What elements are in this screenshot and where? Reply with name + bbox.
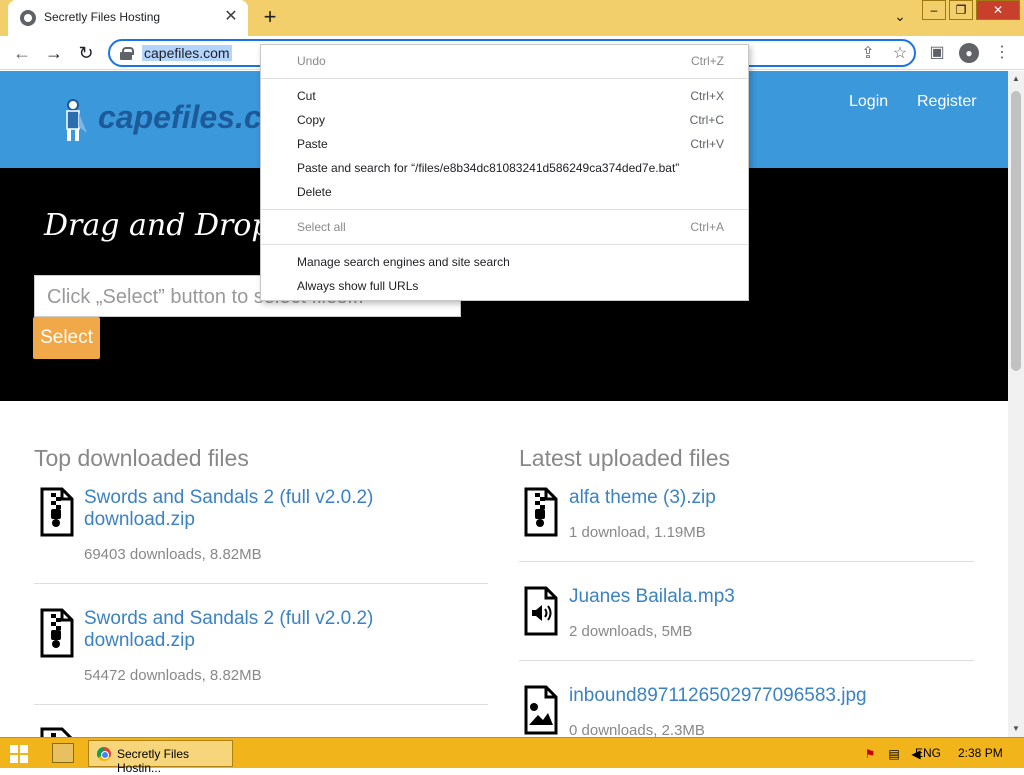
list-item: alfa theme (3).zip 1 download, 1.19MB: [524, 487, 974, 547]
scroll-thumb[interactable]: [1011, 91, 1021, 371]
close-window-button[interactable]: ✕: [976, 0, 1020, 20]
hero-title: Drag and Drop f: [44, 208, 292, 243]
divider: [34, 704, 488, 705]
network-icon[interactable]: ▤: [886, 746, 902, 762]
divider: [34, 583, 488, 584]
new-tab-button[interactable]: +: [258, 6, 282, 30]
scroll-up-arrow-icon[interactable]: ▲: [1008, 71, 1024, 87]
taskbar-chrome-label: Secretly Files Hostin...: [117, 747, 190, 775]
windows-start-icon[interactable]: [10, 745, 28, 763]
list-item: Swords and Sandals 2 (full v2.0.2) downlo…: [34, 487, 488, 567]
menu-kebab-icon[interactable]: ⋮: [992, 43, 1012, 63]
language-indicator[interactable]: ENG: [915, 746, 941, 760]
side-panel-icon[interactable]: ▣: [927, 43, 947, 63]
site-logo[interactable]: capefiles.c: [98, 99, 262, 136]
select-button[interactable]: Select: [33, 317, 100, 359]
divider: [519, 561, 974, 562]
taskbar-chrome-button[interactable]: Secretly Files Hostin...: [88, 740, 233, 775]
back-arrow-icon[interactable]: ←: [11, 42, 33, 64]
menu-item-undo[interactable]: Undo Ctrl+Z: [261, 49, 748, 73]
latest-uploaded-title: Latest uploaded files: [519, 445, 730, 471]
file-meta: 1 download, 1.19MB: [569, 524, 706, 541]
file-explorer-icon[interactable]: [52, 743, 74, 763]
address-url[interactable]: capefiles.com: [142, 45, 232, 61]
globe-icon: [20, 10, 36, 26]
menu-item-copy[interactable]: Copy Ctrl+C: [261, 108, 748, 132]
menu-item-paste-and-search[interactable]: Paste and search for “/files/e8b34dc8108…: [261, 156, 748, 180]
menu-item-paste[interactable]: Paste Ctrl+V: [261, 132, 748, 156]
file-link[interactable]: Swords and Sandals 2 (full v2.0.2) downlo…: [84, 487, 373, 531]
windows-taskbar: Secretly Files Hostin... ⚑ ▤ ◀ ENG 2:38 …: [0, 737, 1024, 775]
forward-arrow-icon[interactable]: →: [43, 42, 65, 64]
lock-icon[interactable]: [120, 47, 134, 60]
audio-file-icon: [524, 586, 558, 636]
file-link[interactable]: Swords and Sandals 2 (full v2.0.2) downlo…: [84, 608, 373, 652]
file-link[interactable]: alfa theme (3).zip: [569, 487, 716, 509]
scroll-down-arrow-icon[interactable]: ▼: [1008, 721, 1024, 737]
menu-item-manage-search-engines[interactable]: Manage search engines and site search: [261, 250, 748, 274]
list-item: Swords and Sandals 2 (full v2.0.2) downlo…: [34, 608, 488, 688]
file-meta: 2 downloads, 5MB: [569, 623, 693, 640]
zip-file-icon: [40, 727, 73, 737]
divider: [519, 660, 974, 661]
list-item: Juanes Bailala.mp3 2 downloads, 5MB: [524, 586, 974, 646]
zip-file-icon: [40, 608, 74, 658]
register-link[interactable]: Register: [917, 93, 977, 111]
menu-item-always-show-full-urls[interactable]: Always show full URLs: [261, 274, 748, 298]
login-link[interactable]: Login: [849, 93, 888, 111]
file-meta: 69403 downloads, 8.82MB: [84, 546, 262, 563]
profile-avatar-icon[interactable]: ●: [959, 43, 979, 63]
list-item: inbound8971126502977096583.jpg 0 downloa…: [524, 685, 974, 737]
tab-title: Secretly Files Hosting: [44, 10, 161, 24]
close-tab-icon[interactable]: ✕: [222, 8, 240, 26]
reload-icon[interactable]: ↻: [75, 42, 97, 64]
list-item-partial: [34, 727, 488, 737]
image-file-icon: [524, 685, 558, 735]
tab-search-chevron-icon[interactable]: ⌄: [890, 8, 910, 28]
file-link[interactable]: Juanes Bailala.mp3: [569, 586, 735, 608]
menu-separator: [261, 209, 748, 210]
file-link[interactable]: inbound8971126502977096583.jpg: [569, 685, 867, 707]
security-alert-icon[interactable]: ⚑: [862, 746, 878, 762]
menu-item-select-all[interactable]: Select all Ctrl+A: [261, 215, 748, 239]
menu-separator: [261, 244, 748, 245]
menu-separator: [261, 78, 748, 79]
zip-file-icon: [40, 487, 74, 537]
clock[interactable]: 2:38 PM: [958, 746, 1003, 760]
restore-button[interactable]: ❐: [949, 0, 973, 20]
top-downloaded-title: Top downloaded files: [34, 445, 249, 471]
zip-file-icon: [524, 487, 558, 537]
file-meta: 0 downloads, 2.3MB: [569, 722, 705, 737]
chrome-icon: [97, 747, 111, 761]
menu-item-delete[interactable]: Delete: [261, 180, 748, 204]
browser-tab[interactable]: Secretly Files Hosting ✕: [8, 0, 248, 36]
menu-item-cut[interactable]: Cut Ctrl+X: [261, 84, 748, 108]
context-menu: Undo Ctrl+Z Cut Ctrl+X Copy Ctrl+C Paste Ctr…: [260, 44, 749, 301]
browser-window: Secretly Files Hosting ✕ + ⌄ – ❐ ✕ ← → ↻…: [0, 0, 1024, 775]
page-scrollbar[interactable]: ▲ ▼: [1008, 71, 1024, 737]
bookmark-star-icon[interactable]: ☆: [890, 44, 910, 64]
file-meta: 54472 downloads, 8.82MB: [84, 667, 262, 684]
minimize-button[interactable]: –: [922, 0, 946, 20]
cape-mascot-icon: [66, 99, 87, 141]
tab-bar: Secretly Files Hosting ✕ + ⌄ – ❐ ✕: [0, 0, 1024, 36]
share-icon[interactable]: ⇪: [858, 44, 878, 64]
